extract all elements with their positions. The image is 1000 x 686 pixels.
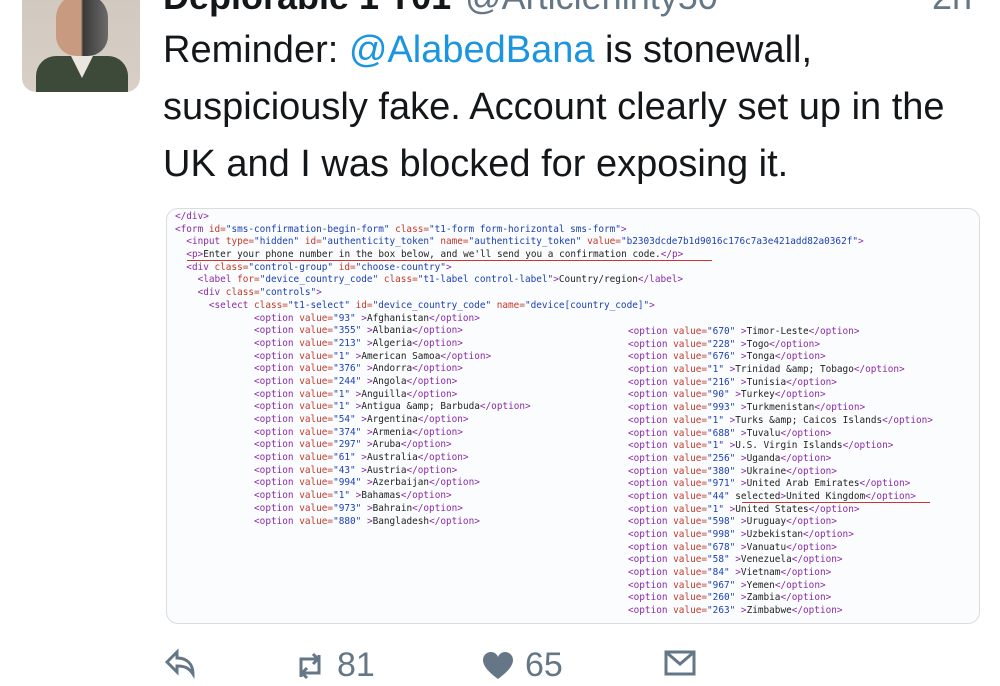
code-line: <option value="678" >Vanuatu</option> — [628, 541, 837, 553]
code-line: <option value="216" >Tunisia</option> — [628, 376, 837, 388]
code-line: <option value="90" >Turkey</option> — [628, 389, 826, 401]
code-line: <option value="260" >Zambia</option> — [628, 592, 832, 604]
tweet-media-image[interactable]: </div> <form id="sms-confirmation-begin-f… — [166, 208, 980, 624]
code-line: <option value="380" >Ukraine</option> — [628, 465, 837, 477]
code-line: <select class="t1-select" id="device_cou… — [208, 299, 655, 311]
tweet-actions: 81 65 — [163, 646, 983, 686]
code-line: <option value="256" >Uganda</option> — [628, 452, 832, 464]
code-line: <option value="670" >Timor-Leste</option… — [628, 326, 860, 337]
code-line: <option value="1" >Turks &amp; Caicos Is… — [628, 414, 933, 426]
confirmation-text-underline — [187, 260, 712, 261]
code-line: <option value="993" >Turkmenistan</optio… — [628, 402, 866, 414]
code-line: <option value="598" >Uruguay</option> — [628, 516, 837, 528]
reply-button[interactable] — [163, 646, 197, 680]
code-line: <option value="93" >Afghanistan</option> — [254, 312, 480, 324]
code-line: <option value="1" >United States</option… — [628, 503, 860, 515]
code-line: <option value="58" >Venezuela</option> — [628, 554, 843, 566]
user-handle[interactable]: @Articleninty50 — [465, 0, 718, 17]
tweet-text: Reminder: @AlabedBana is stonewall, susp… — [163, 22, 983, 193]
code-line: <option value="998" >Uzbekistan</option> — [628, 529, 854, 540]
reply-icon — [164, 648, 195, 679]
selected-country-underline — [742, 502, 930, 503]
code-line: <option value="676" >Tonga</option> — [628, 351, 826, 363]
tweet-timestamp[interactable]: 2h — [932, 0, 972, 20]
code-line: <form id="sms-confirmation-begin-form" c… — [175, 223, 627, 235]
dm-button[interactable] — [663, 646, 697, 680]
code-line: <div class="control-group" id="choose-co… — [186, 261, 452, 273]
code-line: <option value="688" >Tuvalu</option> — [628, 427, 832, 439]
code-line: </div> — [175, 211, 209, 222]
code-line: <option value="1" >U.S. Virgin Islands</… — [628, 440, 894, 452]
code-line: <option value="263" >Zimbabwe</option> — [628, 605, 843, 617]
code-line: <label for="device_country_code" class="… — [197, 274, 684, 286]
message-icon — [664, 650, 696, 676]
code-column-right: <option value="670" >Timor-Leste</option… — [628, 326, 933, 618]
code-line: <option value="967" >Yemen</option> — [628, 579, 826, 591]
display-name[interactable]: Deplorable 1 T01 — [163, 0, 451, 17]
code-line: <option value="228" >Togo</option> — [628, 338, 820, 350]
code-line: <div class="controls"> — [197, 287, 322, 299]
code-line: <option value="84" >Vietnam</option> — [628, 567, 832, 579]
code-line: <option value="971" >United Arab Emirate… — [628, 478, 911, 490]
tweet-header: Deplorable 1 T01 @Articleninty50 — [163, 0, 718, 20]
avatar-face — [56, 0, 108, 56]
mention-link[interactable]: @AlabedBana — [349, 29, 595, 71]
avatar[interactable] — [22, 0, 140, 92]
code-line: <input type="hidden" id="authenticity_to… — [186, 236, 864, 248]
tweet-text-prefix: Reminder: — [163, 29, 349, 71]
code-line: <option value="1" >Trinidad &amp; Tobago… — [628, 364, 905, 376]
